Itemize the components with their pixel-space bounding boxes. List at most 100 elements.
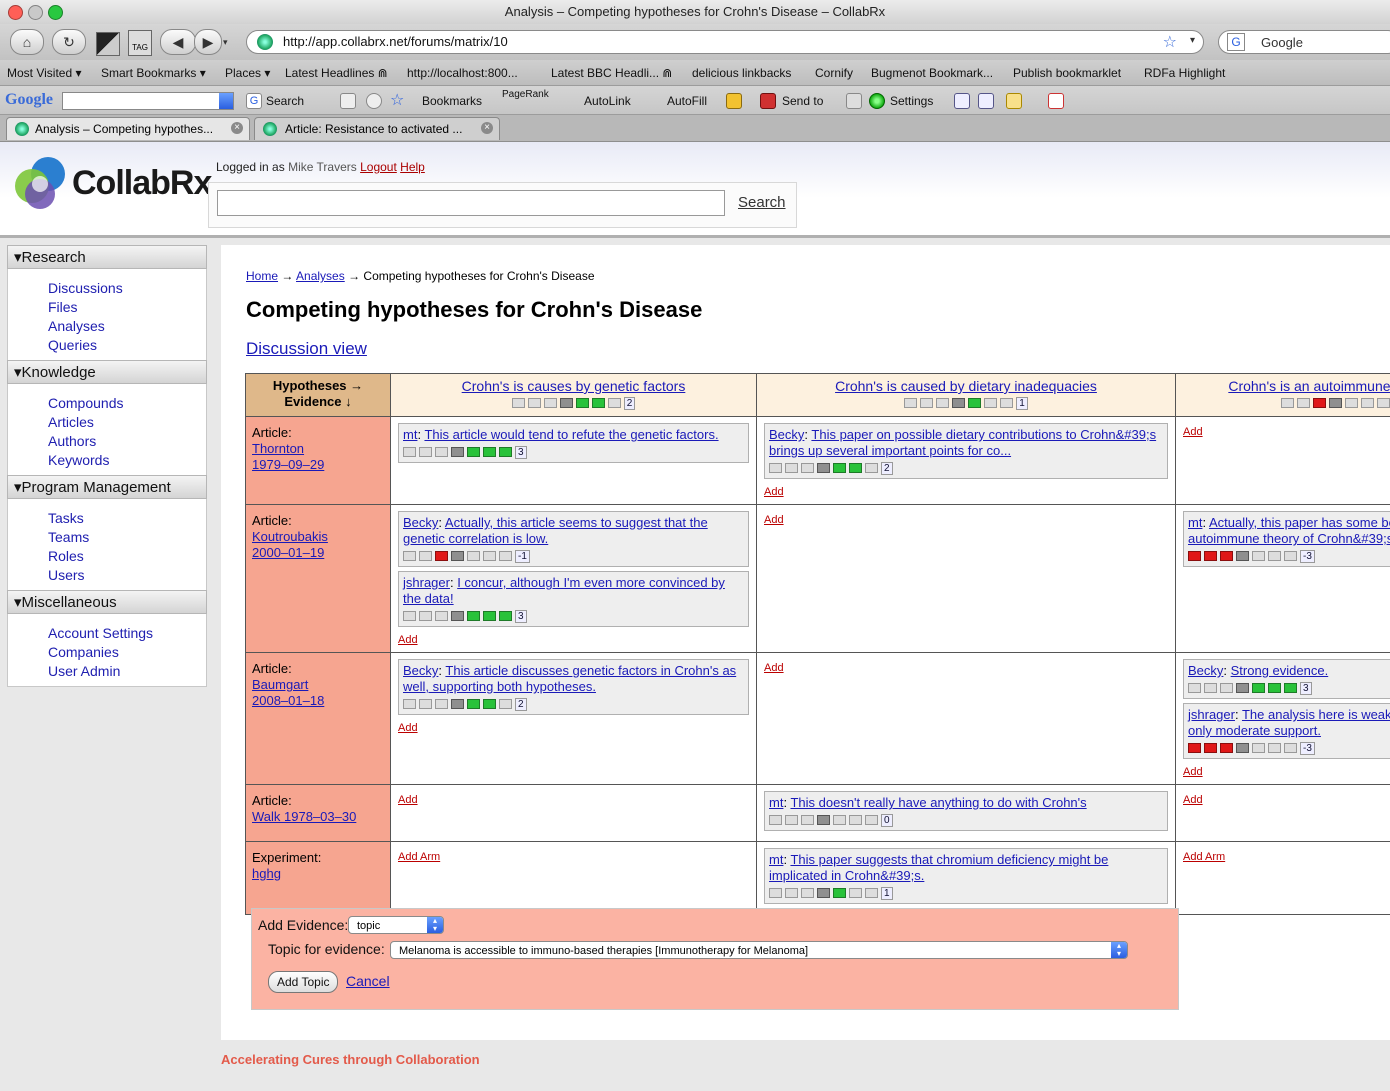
bookmark-item[interactable]: Places ▾ [225,66,270,80]
rating-bar[interactable]: 3 [403,445,744,459]
comment-text-link[interactable]: Strong evidence. [1231,663,1329,678]
rating-square[interactable] [1268,743,1281,753]
comment-text-link[interactable]: Actually, this article seems to suggest … [403,515,708,546]
bookmark-item[interactable]: RDFa Highlight [1144,66,1225,80]
rating-square[interactable] [483,551,496,561]
comment-text-link[interactable]: Actually, this paper has some bearing on… [1188,515,1390,546]
add-arm-link[interactable]: Add Arm [1183,851,1225,863]
add-comment-link[interactable]: Add [764,662,784,674]
rating-square[interactable] [451,699,464,709]
rating-square[interactable] [499,699,512,709]
evidence-source-link[interactable]: Thornton [252,441,384,457]
rating-square[interactable] [1284,683,1297,693]
screenshot-icon[interactable] [96,32,120,56]
rating-square[interactable] [865,815,878,825]
puzzle-icon[interactable] [1006,93,1022,109]
rating-bar[interactable]: -3 [1188,741,1390,755]
sidebar-item-teams[interactable]: Teams [48,528,206,547]
rating-square[interactable] [403,551,416,561]
comment-author-link[interactable]: jshrager [1188,707,1235,722]
rating-square[interactable] [1000,398,1014,408]
close-tab-icon[interactable]: × [481,122,493,134]
sidebar-item-companies[interactable]: Companies [48,643,206,662]
rating-square[interactable] [785,463,798,473]
info-icon[interactable] [978,93,994,109]
rating-square[interactable] [1284,743,1297,753]
rating-square[interactable] [801,815,814,825]
tab-article[interactable]: Article: Resistance to activated ... × [254,117,500,140]
rating-square[interactable] [467,611,480,621]
search-engine-icon[interactable]: G [1227,33,1245,51]
breadcrumb-analyses[interactable]: Analyses [296,269,345,283]
rating-square[interactable] [952,398,966,408]
rating-bar[interactable]: -1 [403,549,744,563]
rating-square[interactable] [499,611,512,621]
rating-square[interactable] [1236,743,1249,753]
rating-square[interactable] [1268,683,1281,693]
cancel-link[interactable]: Cancel [346,973,390,989]
rating-square[interactable] [865,463,878,473]
comment-author-link[interactable]: Becky [1188,663,1223,678]
home-button[interactable]: ⌂ [10,29,44,55]
add-arm-link[interactable]: Add Arm [398,851,440,863]
magnifier-icon[interactable] [340,93,356,109]
discussion-view-link[interactable]: Discussion view [246,339,367,359]
rating-square[interactable] [467,551,480,561]
rating-square[interactable] [1252,551,1265,561]
rating-square[interactable] [1329,398,1342,408]
address-bar[interactable]: http://app.collabrx.net/forums/matrix/10… [246,30,1204,54]
add-comment-link[interactable]: Add [398,794,418,806]
rating-square[interactable] [483,699,496,709]
rating-square[interactable] [403,699,416,709]
rating-square[interactable] [499,551,512,561]
rating-square[interactable] [785,888,798,898]
rating-square[interactable] [1204,683,1217,693]
rating-square[interactable] [435,699,448,709]
pencil-icon[interactable] [846,93,862,109]
comment-author-link[interactable]: jshrager [403,575,450,590]
history-dropdown-icon[interactable]: ▾ [223,37,228,48]
settings-menu[interactable]: Settings [890,94,933,108]
evidence-source-link[interactable]: Koutroubakis [252,529,384,545]
hypothesis-link[interactable]: Crohn's is causes by genetic factors [462,378,686,394]
comment-author-link[interactable]: mt [1188,515,1202,530]
sidebar-item-tasks[interactable]: Tasks [48,509,206,528]
rating-bar[interactable]: 3 [1188,681,1390,695]
rating-square[interactable] [833,815,846,825]
rating-square[interactable] [403,611,416,621]
rating-square[interactable] [451,611,464,621]
add-comment-link[interactable]: Add [764,514,784,526]
folder-icon[interactable] [726,93,742,109]
bookmarks-menu[interactable]: Bookmarks [422,94,482,108]
comment-author-link[interactable]: mt [403,427,417,442]
rating-square[interactable] [575,398,589,408]
rating-square[interactable] [1361,398,1374,408]
rating-square[interactable] [1188,551,1201,561]
rating-square[interactable] [968,398,982,408]
add-comment-link[interactable]: Add [398,634,418,646]
rating-square[interactable] [1236,551,1249,561]
autofill-button[interactable]: AutoFill [667,94,707,108]
rating-square[interactable] [1268,551,1281,561]
rating-square[interactable] [865,888,878,898]
close-tab-icon[interactable]: × [231,122,243,134]
comment-text-link[interactable]: This doesn't really have anything to do … [790,795,1086,810]
browser-search-box[interactable]: G Google [1218,30,1390,54]
evidence-date-link[interactable]: 1979–09–29 [252,457,384,473]
logo-wordmark[interactable]: CollabRx [72,164,212,203]
sidebar-section-program-management[interactable]: ▾Program Management [7,475,207,499]
rating-square[interactable] [849,888,862,898]
rating-bar[interactable]: 2 [511,396,636,410]
rating-square[interactable] [769,888,782,898]
hypothesis-link[interactable]: Crohn's is caused by dietary inadequacie… [835,378,1097,394]
rating-square[interactable] [785,815,798,825]
add-topic-button[interactable]: Add Topic [268,971,339,993]
rating-square[interactable] [1220,743,1233,753]
rating-square[interactable] [483,447,496,457]
rating-square[interactable] [1252,683,1265,693]
rating-square[interactable] [769,815,782,825]
rating-square[interactable] [435,611,448,621]
sidebar-item-roles[interactable]: Roles [48,547,206,566]
topic-select[interactable]: Melanoma is accessible to immuno-based t… [390,941,1128,959]
sidebar-item-discussions[interactable]: Discussions [48,279,206,298]
